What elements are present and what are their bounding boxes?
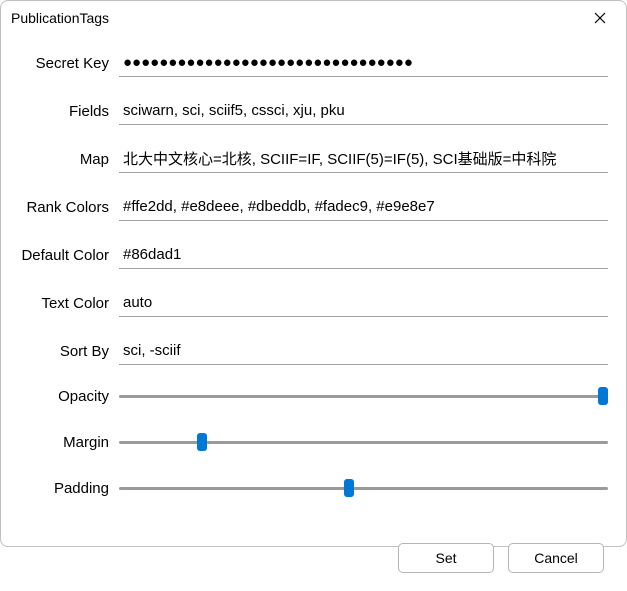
row-padding: Padding <box>1 477 608 499</box>
row-fields: Fields <box>1 97 608 125</box>
input-default-color[interactable] <box>119 241 608 269</box>
cancel-button[interactable]: Cancel <box>508 543 604 573</box>
input-text-color[interactable] <box>119 289 608 317</box>
label-margin: Margin <box>1 434 119 451</box>
button-row: Set Cancel <box>1 533 626 591</box>
close-icon <box>594 12 606 24</box>
close-button[interactable] <box>588 6 612 30</box>
slider-thumb-padding[interactable] <box>344 479 354 497</box>
window-title: PublicationTags <box>11 10 109 26</box>
row-default-color: Default Color <box>1 241 608 269</box>
titlebar: PublicationTags <box>1 1 626 33</box>
label-default-color: Default Color <box>1 247 119 264</box>
slider-track <box>119 441 608 444</box>
label-padding: Padding <box>1 480 119 497</box>
label-sort-by: Sort By <box>1 343 119 360</box>
row-opacity: Opacity <box>1 385 608 407</box>
row-secret-key: Secret Key <box>1 49 608 77</box>
label-map: Map <box>1 151 119 168</box>
row-text-color: Text Color <box>1 289 608 317</box>
row-map: Map <box>1 145 608 173</box>
label-secret-key: Secret Key <box>1 55 119 72</box>
form-content: Secret Key Fields Map Rank Colors Defaul… <box>1 33 626 533</box>
row-rank-colors: Rank Colors <box>1 193 608 221</box>
slider-thumb-margin[interactable] <box>197 433 207 451</box>
slider-track <box>119 487 608 490</box>
input-sort-by[interactable] <box>119 337 608 365</box>
slider-padding[interactable] <box>119 477 608 499</box>
settings-window: PublicationTags Secret Key Fields Map Ra… <box>0 0 627 547</box>
input-rank-colors[interactable] <box>119 193 608 221</box>
slider-margin[interactable] <box>119 431 608 453</box>
input-fields[interactable] <box>119 97 608 125</box>
label-rank-colors: Rank Colors <box>1 199 119 216</box>
input-map[interactable] <box>119 145 608 173</box>
slider-thumb-opacity[interactable] <box>598 387 608 405</box>
label-text-color: Text Color <box>1 295 119 312</box>
label-opacity: Opacity <box>1 388 119 405</box>
row-sort-by: Sort By <box>1 337 608 365</box>
input-secret-key[interactable] <box>119 49 608 77</box>
slider-opacity[interactable] <box>119 385 608 407</box>
label-fields: Fields <box>1 103 119 120</box>
set-button[interactable]: Set <box>398 543 494 573</box>
row-margin: Margin <box>1 431 608 453</box>
slider-track <box>119 395 608 398</box>
